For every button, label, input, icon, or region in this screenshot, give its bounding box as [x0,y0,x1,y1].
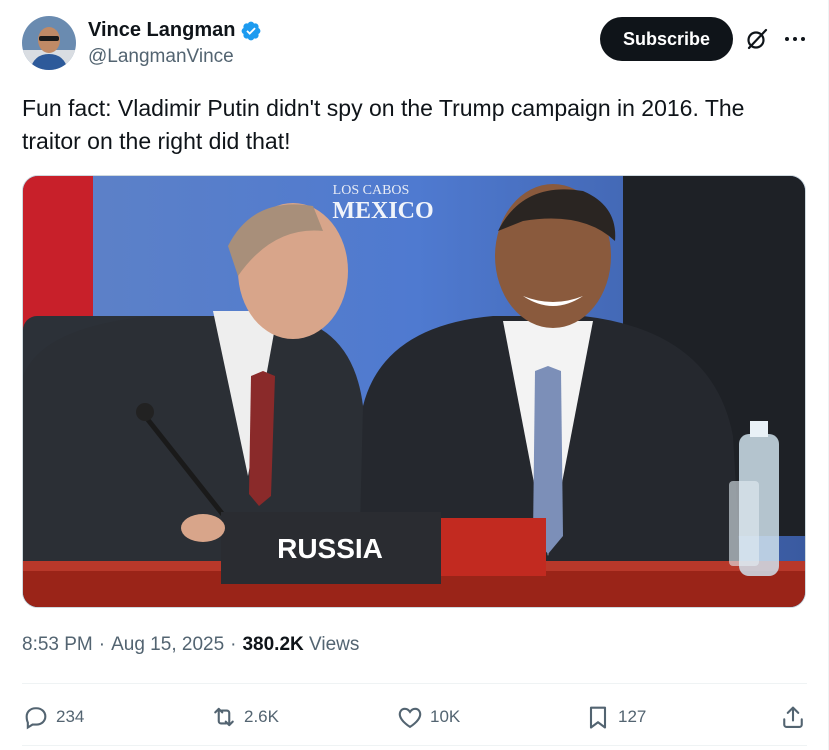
repost-button[interactable]: 2.6K [210,697,279,737]
bookmark-button[interactable]: 127 [584,697,646,737]
grok-icon[interactable] [745,27,769,51]
views-count: 380.2K [242,634,304,655]
more-options-icon[interactable] [783,29,807,49]
divider [22,683,807,684]
tweet-photo[interactable]: LOS CABOS MEXICO RUSSIA [22,175,806,608]
subscribe-button[interactable]: Subscribe [599,17,733,61]
backdrop-text-top: LOS CABOS [333,183,410,198]
reply-icon [25,707,47,730]
tweet-time[interactable]: 8:53 PM [22,634,93,656]
reply-count: 234 [56,707,85,726]
tweet-text: Fun fact: Vladimir Putin didn't spy on t… [22,95,745,154]
bookmark-icon [589,706,607,729]
author-block: Vince Langman @LangmanVince [88,19,262,68]
placard-text: RUSSIA [277,533,383,564]
divider [22,745,807,746]
meta-separator: · [98,634,106,655]
action-bar: 234 2.6K 10K 127 [22,697,807,737]
tweet-header: Vince Langman @LangmanVince Subscribe [22,16,807,74]
share-button[interactable] [779,697,807,737]
verified-badge-icon [240,20,262,42]
views-label: Views [309,634,360,655]
repost-count: 2.6K [244,707,279,726]
bookmark-count: 127 [618,707,647,726]
heart-icon [398,707,422,729]
avatar[interactable] [22,16,76,70]
share-icon [783,706,803,728]
author-handle[interactable]: @LangmanVince [88,46,262,68]
display-name[interactable]: Vince Langman [88,19,235,42]
backdrop-text-main: MEXICO [332,198,433,224]
reply-button[interactable]: 234 [22,697,84,737]
repost-icon [214,707,234,727]
meta-separator: · [230,634,237,655]
tweet-date[interactable]: Aug 15, 2025 [111,634,224,656]
like-count: 10K [430,707,461,726]
like-button[interactable]: 10K [396,697,460,737]
tweet-meta: 8:53 PM · Aug 15, 2025 · 380.2K Views [22,634,359,656]
